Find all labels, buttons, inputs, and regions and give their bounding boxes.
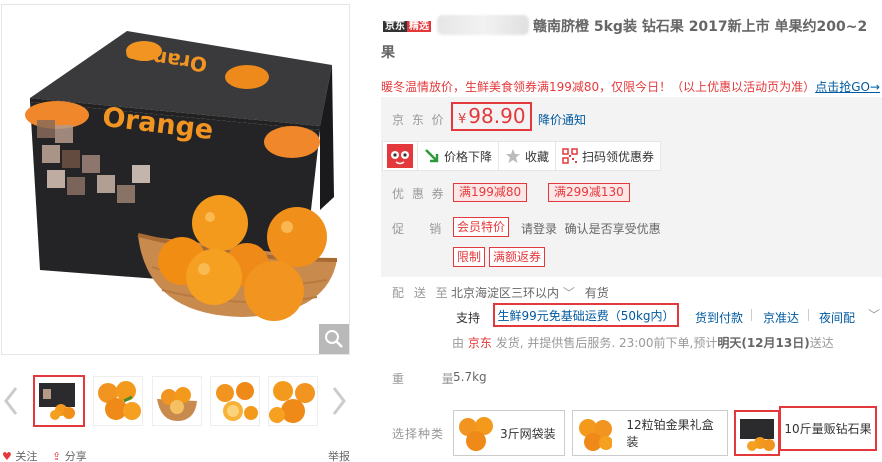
delivery-address-selector[interactable]: 北京海淀区三环以内 ﹀ 有货 <box>451 284 609 301</box>
title-line-2: 果 <box>381 45 395 61</box>
blurred-shop-name <box>437 15 529 35</box>
magnifier-icon <box>325 330 343 348</box>
thumb-image-sliced <box>216 382 258 421</box>
return-coupon-tag[interactable]: 满额返券 <box>489 247 546 267</box>
title-line-1: 赣南脐橙 5kg装 钻石果 2017新上市 单果约200~2 <box>533 19 868 35</box>
badge-left: 京东 <box>383 21 407 32</box>
promo-banner: 暖冬温情放价，生鲜美食领券满199减80，仅限今日！（以上优惠以活动页为准）点击… <box>381 78 882 95</box>
variant-thumb-3 <box>738 413 776 453</box>
share-link[interactable]: ⇪ 分享 <box>52 448 87 462</box>
price-panel: 京 东 价 ¥ 98.90 降价通知 价格下降 收藏 扫码领优惠券 优 惠 券 … <box>381 97 882 277</box>
price-amount: 98.90 <box>468 104 526 128</box>
stock-status: 有货 <box>584 286 609 300</box>
qr-coupon-button[interactable]: 扫码领优惠券 <box>556 142 660 170</box>
product-title: 京东 精选 赣南脐橙 5kg装 钻石果 2017新上市 单果约200~2 果 <box>381 14 882 61</box>
social-bar: ♥ 关注 ⇪ 分享 举报 <box>0 447 355 462</box>
variant-option-3[interactable]: 10斤量贩钻石果 <box>779 406 877 451</box>
promotion-label: 促 销 <box>392 222 444 236</box>
service-divider <box>808 309 809 321</box>
promo-text: 暖冬温情放价，生鲜美食领券满199减80，仅限今日！（以上优惠以活动页为准） <box>381 80 816 94</box>
action-bar: 价格下降 收藏 扫码领优惠券 <box>382 141 662 171</box>
jd-precise-service[interactable]: 京准达 <box>763 309 799 326</box>
variant-text-2: 12粒铂金果礼盒装 <box>626 418 714 449</box>
report-link[interactable]: 举报 <box>328 448 350 462</box>
price-drop-button[interactable]: 价格下降 <box>418 142 500 170</box>
jd-app-icon-seg[interactable] <box>383 142 418 170</box>
thumbnail-1[interactable] <box>33 375 85 427</box>
coupon-199-80[interactable]: 满199减80 <box>453 183 528 202</box>
weight-value: 5.7kg <box>453 370 487 384</box>
support-label: 支持 <box>456 311 481 325</box>
variant-label: 选择种类 <box>392 427 445 441</box>
thumbnail-3[interactable] <box>152 376 202 426</box>
ship-from: 由 <box>452 336 465 350</box>
delivery-label: 配 送 至 <box>392 286 451 300</box>
member-price-tag: 会员特价 <box>453 217 510 237</box>
variant-image-box <box>740 419 775 451</box>
main-product-image[interactable]: Orange Orange <box>1 4 350 355</box>
ship-end: 送达 <box>809 336 834 350</box>
badge-right: 精选 <box>407 21 431 32</box>
variant-option-3-thumb[interactable] <box>734 410 780 456</box>
thumbnail-5[interactable] <box>268 376 318 426</box>
thumb-prev-arrow[interactable] <box>0 384 22 418</box>
thumb-image-pile <box>98 381 141 420</box>
variant-option-1[interactable]: 3斤网袋装 <box>453 410 565 456</box>
share-label: 分享 <box>64 450 87 462</box>
qr-coupon-label: 扫码领优惠券 <box>582 149 655 164</box>
share-icon: ⇪ <box>52 450 62 462</box>
price-label: 京 东 价 <box>392 113 446 127</box>
thumb-image-halves <box>269 381 315 423</box>
ship-date: 明天(12月13日) <box>717 336 810 350</box>
night-delivery-service[interactable]: 夜间配 <box>819 309 855 326</box>
favorite-label: 收藏 <box>525 149 550 164</box>
cod-service[interactable]: 货到付款 <box>695 309 743 326</box>
jd-select-badge: 京东 精选 <box>381 20 433 34</box>
thumbnail-4[interactable] <box>210 376 260 426</box>
price-notice-link[interactable]: 降价通知 <box>538 111 586 128</box>
thumb-next-arrow[interactable] <box>328 384 350 418</box>
zoom-button[interactable] <box>319 324 349 354</box>
variant-text-1: 3斤网袋装 <box>500 426 556 441</box>
shipping-info: 由 京东 发货, 并提供售后服务. 23:00前下单,预计明天(12月13日)送… <box>452 334 834 351</box>
thumb-image-box <box>39 383 75 420</box>
product-photo: Orange Orange <box>25 31 338 321</box>
services-expand-icon[interactable]: ﹀ <box>868 306 880 323</box>
ship-rest: 发货, 并提供售后服务. 23:00前下单,预计 <box>495 336 718 350</box>
chevron-right-icon <box>332 387 346 415</box>
coupon-299-130[interactable]: 满299减130 <box>548 183 630 202</box>
delivery-address: 北京海淀区三环以内 <box>451 286 560 300</box>
chevron-left-icon <box>4 387 18 415</box>
follow-label: 关注 <box>15 450 38 462</box>
qr-code-icon <box>562 148 578 164</box>
price-value: ¥ 98.90 <box>451 102 532 131</box>
variant-option-2[interactable]: 12粒铂金果礼盒装 <box>572 410 728 456</box>
jd-dog-icon <box>387 144 413 168</box>
arrow-down-green-icon <box>425 149 439 163</box>
member-login-hint[interactable]: 请登录 确认是否享受优惠 <box>521 220 661 237</box>
chevron-down-icon: ﹀ <box>562 286 575 300</box>
variant-image-gift <box>579 419 613 451</box>
service-divider <box>751 309 752 321</box>
price-drop-label: 价格下降 <box>444 149 493 164</box>
favorite-button[interactable]: 收藏 <box>499 142 557 170</box>
thumb-image-basket <box>157 387 197 421</box>
thumbnail-2[interactable] <box>93 376 143 426</box>
thumbnail-strip <box>0 370 355 432</box>
ship-jd[interactable]: 京东 <box>468 336 492 350</box>
limit-tag: 限制 <box>453 247 486 267</box>
variant-image-bag <box>459 417 493 451</box>
promo-link[interactable]: 点击抢GO→ <box>815 80 880 94</box>
free-shipping-service[interactable]: 生鲜99元免基础运费（50kg内） <box>493 303 679 327</box>
variant-thumb-1 <box>456 413 496 453</box>
coupon-label: 优 惠 券 <box>392 187 446 201</box>
heart-icon: ♥ <box>2 450 12 462</box>
star-icon <box>506 149 521 163</box>
price-currency: ¥ <box>458 112 467 127</box>
variant-thumb-2 <box>575 413 613 453</box>
follow-link[interactable]: ♥ 关注 <box>2 448 37 462</box>
